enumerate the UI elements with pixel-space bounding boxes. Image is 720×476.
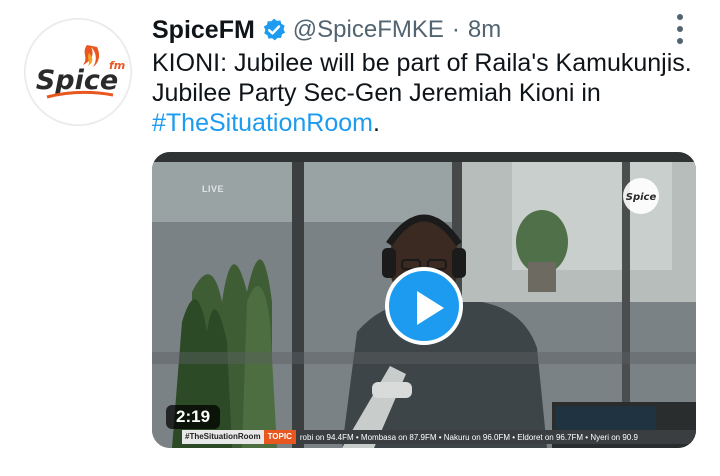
- play-button[interactable]: [385, 267, 463, 345]
- avatar[interactable]: Spice fm: [24, 18, 132, 126]
- ticker-topic: TOPIC: [263, 430, 296, 444]
- tweet-text-line-3: #TheSituationRoom.: [152, 108, 708, 138]
- ticker-hashtag: #TheSituationRoom: [182, 430, 264, 444]
- verified-badge-icon: [263, 18, 285, 41]
- video-player[interactable]: Spice LIVE 2:19 #TheSituationRoom TOPIC …: [152, 152, 696, 448]
- channel-watermark: Spice: [623, 178, 659, 214]
- separator-dot: ·: [451, 16, 460, 43]
- tweet-header: SpiceFM @SpiceFMKE · 8m: [152, 12, 501, 48]
- tweet-text-line-1: KIONI: Jubilee will be part of Raila's K…: [152, 49, 692, 77]
- play-icon: [417, 291, 444, 325]
- hashtag-link[interactable]: #TheSituationRoom: [152, 109, 373, 137]
- video-duration: 2:19: [166, 405, 221, 429]
- tweet-timestamp[interactable]: 8m: [468, 16, 501, 44]
- news-ticker: #TheSituationRoom TOPIC robi on 94.4FM •…: [182, 430, 696, 444]
- tweet-text: KIONI: Jubilee will be part of Raila's K…: [152, 48, 708, 138]
- live-label: LIVE: [202, 184, 225, 194]
- tweet-text-trailing: .: [372, 109, 380, 137]
- more-options-icon[interactable]: [673, 12, 687, 46]
- ticker-text: robi on 94.4FM • Mombasa on 87.9FM • Nak…: [299, 432, 638, 442]
- svg-text:fm: fm: [109, 59, 125, 72]
- account-handle[interactable]: @SpiceFMKE: [293, 16, 444, 44]
- account-name[interactable]: SpiceFM: [152, 16, 255, 45]
- spicefm-logo: Spice fm: [36, 45, 125, 99]
- tweet-text-line-2: Jubilee Party Sec-Gen Jeremiah Kioni in: [152, 79, 601, 107]
- svg-text:Spice: Spice: [626, 192, 657, 203]
